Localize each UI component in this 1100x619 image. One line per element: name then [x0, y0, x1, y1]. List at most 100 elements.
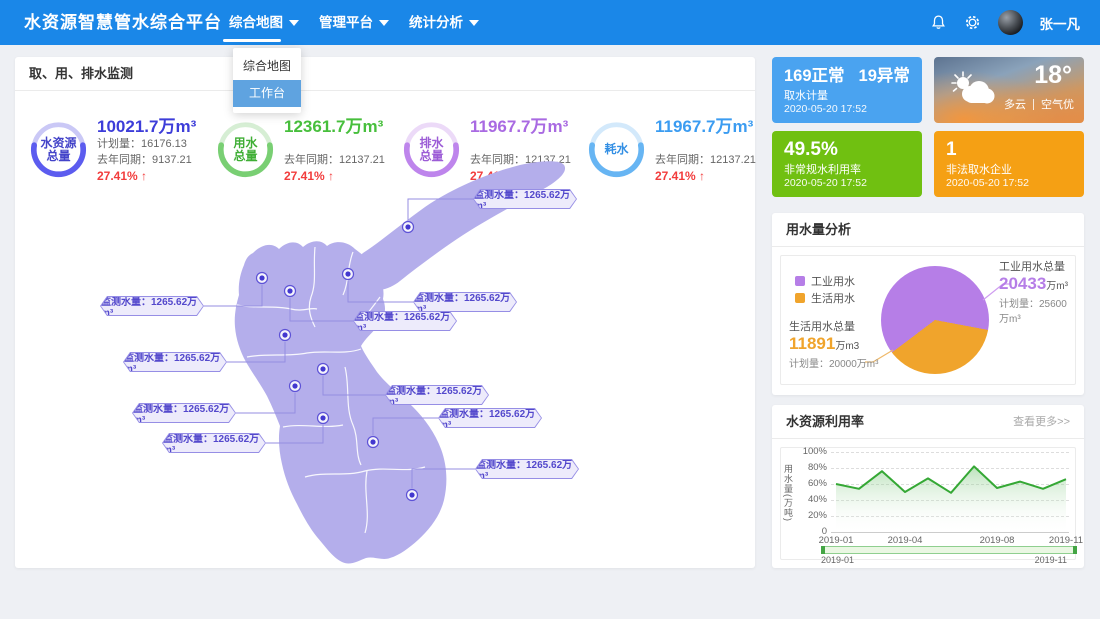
- tile-weather: 18° 多云 空气优: [934, 57, 1084, 123]
- tile-timestamp: 2020-05-20 17:52: [784, 103, 910, 116]
- industrial-annotation: 工业用水总量 20433万m³ 计划量：25600万m³: [999, 260, 1075, 327]
- y-tick: 20%: [795, 510, 827, 522]
- region-map[interactable]: 监测水量：1265.62万m³监测水量：1265.62万m³监测水量：1265.…: [15, 57, 755, 568]
- monitor-volume-tag: 监测水量：1265.62万m³: [438, 408, 542, 428]
- menu-label: 统计分析: [409, 0, 463, 45]
- metering-abnormal-count: 19异常: [859, 65, 910, 87]
- tile-timestamp: 2020-05-20 17:52: [946, 177, 1072, 190]
- monitor-dot[interactable]: [259, 275, 264, 280]
- monitor-dot[interactable]: [345, 271, 350, 276]
- weather-temperature: 18°: [1034, 61, 1072, 90]
- monitor-volume-tag-text: 监测水量：1265.62万m³: [474, 190, 576, 208]
- monitor-volume-tag: 监测水量：1265.62万m³: [473, 189, 577, 209]
- monitor-volume-tag-text: 监测水量：1265.62万m³: [414, 293, 516, 311]
- brush-handle-left[interactable]: [821, 546, 825, 554]
- utilization-panel-header: 水资源利用率 查看更多>>: [772, 405, 1084, 439]
- menu-label: 综合地图: [229, 0, 283, 45]
- menu-comprehensive-map[interactable]: 综合地图: [221, 0, 307, 45]
- utilization-chart-body: 用水量(万吨) 100% 80% 60% 40% 20% 0: [780, 447, 1076, 560]
- monitor-dot[interactable]: [292, 383, 297, 388]
- dropdown-item-comprehensive-map[interactable]: 综合地图: [233, 53, 301, 80]
- monitor-dot[interactable]: [320, 415, 325, 420]
- top-navbar: 水资源智慧管水综合平台 综合地图 管理平台 统计分析 张一凡: [0, 0, 1100, 45]
- tile-value: 49.5%: [784, 139, 910, 161]
- map-panhandle-region: [360, 161, 565, 290]
- y-tick: 60%: [795, 478, 827, 490]
- time-brush[interactable]: [821, 546, 1077, 554]
- sun-cloud-icon: [944, 70, 998, 108]
- menu-management-platform[interactable]: 管理平台: [311, 0, 397, 45]
- menu-statistics[interactable]: 统计分析: [401, 0, 487, 45]
- air-quality: 空气优: [1041, 96, 1074, 112]
- menu-label: 管理平台: [319, 0, 373, 45]
- brush-start-label: 2019-01: [821, 555, 854, 565]
- divider: [1033, 99, 1034, 110]
- y-tick: 80%: [795, 462, 827, 474]
- user-name[interactable]: 张一凡: [1040, 13, 1081, 33]
- tile-unconventional-water-rate: 49.5% 非常规水利用率 2020-05-20 17:52: [772, 131, 922, 197]
- gear-icon[interactable]: [964, 14, 981, 31]
- monitor-volume-tag: 监测水量：1265.62万m³: [413, 292, 517, 312]
- monitor-dot[interactable]: [370, 439, 375, 444]
- monitor-volume-tag: 监测水量：1265.62万m³: [385, 385, 489, 405]
- utilization-panel: 水资源利用率 查看更多>> 用水量(万吨) 100% 80% 60% 40% 2…: [772, 405, 1084, 568]
- tile-label: 非常规水利用率: [784, 163, 910, 177]
- x-tick: 2019-01: [814, 535, 858, 546]
- utilization-panel-title: 水资源利用率: [786, 414, 864, 429]
- annotation-label: 工业用水总量: [999, 260, 1075, 274]
- metering-normal-count: 169正常: [784, 65, 845, 87]
- right-column: 169正常 19异常 取水计量 2020-05-20 17:52 18° 多云 …: [772, 57, 1084, 568]
- monitor-volume-tag-text: 监测水量：1265.62万m³: [133, 404, 235, 422]
- tile-timestamp: 2020-05-20 17:52: [784, 177, 910, 190]
- x-tick: 2019-04: [883, 535, 927, 546]
- monitor-volume-tag: 监测水量：1265.62万m³: [123, 352, 227, 372]
- chevron-down-icon: [379, 20, 389, 26]
- annotation-plan: 计划量：20000万m³: [789, 357, 878, 372]
- monitor-volume-tag-text: 监测水量：1265.62万m³: [439, 409, 541, 427]
- monitor-volume-tag-text: 监测水量：1265.62万m³: [354, 312, 456, 330]
- monitor-dot[interactable]: [405, 224, 410, 229]
- map-menu-dropdown: 综合地图 工作台: [233, 48, 301, 113]
- bell-icon[interactable]: [930, 14, 947, 31]
- x-tick: 2019-08: [975, 535, 1019, 546]
- monitor-volume-tag-text: 监测水量：1265.62万m³: [163, 434, 265, 452]
- navbar-right: 张一凡: [930, 0, 1081, 45]
- monitor-volume-tag: 监测水量：1265.62万m³: [132, 403, 236, 423]
- monitor-dot[interactable]: [320, 366, 325, 371]
- weather-description: 多云: [1004, 96, 1026, 112]
- monitor-dot[interactable]: [287, 288, 292, 293]
- main-menu: 综合地图 管理平台 统计分析: [221, 0, 491, 45]
- x-tick: 2019-11: [1044, 535, 1088, 546]
- annotation-value: 20433: [999, 274, 1046, 293]
- brush-handle-right[interactable]: [1073, 546, 1077, 554]
- monitor-volume-tag-text: 监测水量：1265.62万m³: [386, 386, 488, 404]
- tile-label: 取水计量: [784, 89, 910, 103]
- view-more-link[interactable]: 查看更多>>: [1013, 405, 1070, 439]
- usage-panel-title: 用水量分析: [772, 213, 1084, 247]
- annotation-plan: 计划量：25600万m³: [999, 297, 1075, 327]
- tile-label: 非法取水企业: [946, 163, 1072, 177]
- x-axis-line: [831, 532, 1069, 533]
- usage-analysis-panel: 用水量分析 工业用水 生活用水 工业用水总量 20433万m: [772, 213, 1084, 395]
- tile-value: 1: [946, 139, 1072, 161]
- monitor-dot[interactable]: [282, 332, 287, 337]
- annotation-label: 生活用水总量: [789, 320, 878, 334]
- app-title: 水资源智慧管水综合平台: [24, 0, 222, 45]
- y-tick: 100%: [795, 446, 827, 458]
- usage-panel-body: 工业用水 生活用水 工业用水总量 20433万m³ 计划量：25600万m³: [780, 255, 1076, 385]
- monitor-panel: 取、用、排水监测 水资源 总量 10021.7万m³ 计划量：16176.13 …: [15, 57, 755, 568]
- chevron-down-icon: [469, 20, 479, 26]
- user-avatar[interactable]: [998, 10, 1023, 35]
- monitor-volume-tag-text: 监测水量：1265.62万m³: [101, 297, 203, 315]
- y-tick: 40%: [795, 494, 827, 506]
- monitor-volume-tag: 监测水量：1265.62万m³: [162, 433, 266, 453]
- annotation-unit: 万m3: [835, 341, 859, 352]
- monitor-volume-tag: 监测水量：1265.62万m³: [353, 311, 457, 331]
- monitor-volume-tag-text: 监测水量：1265.62万m³: [476, 460, 578, 478]
- dropdown-item-workbench[interactable]: 工作台: [233, 80, 301, 107]
- monitor-volume-tag: 监测水量：1265.62万m³: [475, 459, 579, 479]
- monitor-volume-tag: 监测水量：1265.62万m³: [100, 296, 204, 316]
- annotation-unit: 万m³: [1046, 281, 1068, 292]
- utilization-line-chart: [831, 452, 1077, 532]
- monitor-dot[interactable]: [409, 492, 414, 497]
